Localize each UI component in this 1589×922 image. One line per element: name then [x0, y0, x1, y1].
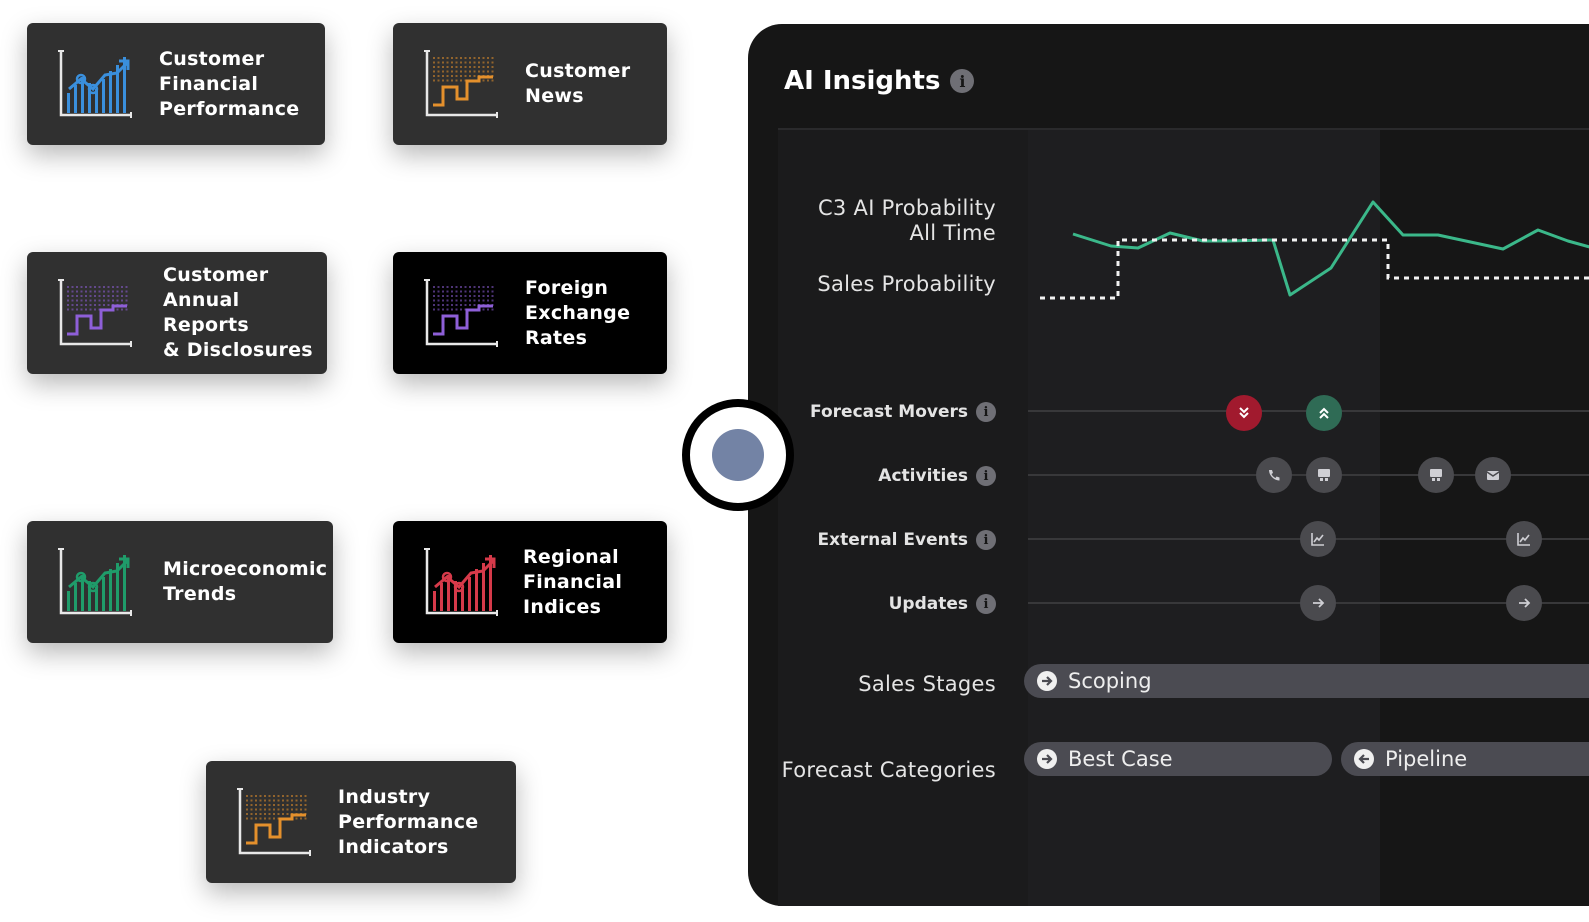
- external-events-text: External Events: [817, 530, 968, 550]
- forecast-category-text: Pipeline: [1385, 747, 1468, 771]
- drag-handle[interactable]: [682, 399, 794, 511]
- sales-probability-label: Sales Probability: [817, 272, 996, 296]
- tile-label: Customer Financial Performance: [159, 47, 300, 120]
- step-chart-icon: [55, 276, 135, 350]
- line-bar-chart-icon: [421, 545, 501, 619]
- tile-label: Industry Performance Indicators: [338, 785, 479, 858]
- forecast-category-pill[interactable]: Pipeline: [1341, 742, 1589, 776]
- arrow-right-icon: [1519, 598, 1531, 608]
- forecast-mover-down[interactable]: [1226, 395, 1262, 431]
- sales-stage-pill[interactable]: Scoping: [1024, 664, 1589, 698]
- forecast-category-pill[interactable]: Best Case: [1024, 742, 1332, 776]
- data-source-tile[interactable]: Customer News: [393, 23, 667, 145]
- tile-label: Customer Annual Reports & Disclosures: [163, 264, 313, 361]
- info-icon[interactable]: i: [950, 69, 975, 93]
- c3-probability-line: [1072, 200, 1589, 297]
- step-chart-icon: [234, 785, 314, 859]
- update-item[interactable]: [1300, 585, 1336, 621]
- forecast-category-text: Best Case: [1068, 747, 1173, 771]
- activity-call[interactable]: [1256, 457, 1292, 493]
- data-source-tile[interactable]: Industry Performance Indicators: [206, 761, 516, 883]
- arrow-circle-left-icon: [1354, 749, 1374, 769]
- external-event[interactable]: [1300, 521, 1336, 557]
- activity-email[interactable]: [1475, 457, 1511, 493]
- activity-meeting[interactable]: [1306, 457, 1342, 493]
- double-chevron-up-icon: [1319, 407, 1329, 419]
- chart-icon: [1517, 533, 1530, 546]
- forecast-categories-label: Forecast Categories: [781, 758, 996, 782]
- activities-label: Activities i: [878, 466, 996, 486]
- phone-icon: [1269, 470, 1280, 481]
- activities-text: Activities: [878, 466, 968, 486]
- updates-text: Updates: [888, 594, 968, 614]
- double-chevron-down-icon: [1239, 407, 1249, 419]
- info-icon[interactable]: i: [976, 402, 996, 422]
- probability-label: C3 AI Probability All Time: [817, 196, 996, 245]
- chart-icon: [1311, 533, 1324, 546]
- sales-stage-text: Scoping: [1068, 669, 1152, 693]
- arrow-circle-right-icon: [1037, 749, 1057, 769]
- info-icon[interactable]: i: [976, 594, 996, 614]
- info-icon[interactable]: i: [976, 466, 996, 486]
- data-source-tile[interactable]: Foreign Exchange Rates: [393, 252, 667, 374]
- title-divider: [778, 128, 1589, 130]
- updates-label: Updates i: [889, 594, 996, 614]
- forecast-movers-text: Forecast Movers: [810, 402, 968, 422]
- update-item[interactable]: [1506, 585, 1542, 621]
- forecast-movers-label: Forecast Movers i: [810, 402, 996, 422]
- tile-label: Foreign Exchange Rates: [525, 276, 631, 349]
- arrow-right-icon: [1313, 598, 1325, 608]
- probability-trend-chart: [1040, 200, 1589, 300]
- sales-stages-label: Sales Stages: [858, 672, 996, 696]
- external-events-label: External Events i: [817, 530, 996, 550]
- panel-title-text: AI Insights: [784, 66, 941, 96]
- info-icon[interactable]: i: [976, 530, 996, 550]
- meeting-icon: [1430, 469, 1442, 481]
- panel-title: AI Insights i: [784, 66, 975, 96]
- line-bar-chart-icon: [55, 545, 135, 619]
- line-bar-chart-icon: [55, 47, 135, 121]
- data-source-tile[interactable]: Regional Financial Indices: [393, 521, 667, 643]
- tile-label: Microeconomic Trends: [163, 558, 328, 605]
- data-source-tile[interactable]: Customer Annual Reports & Disclosures: [27, 252, 327, 374]
- drag-handle-dot: [712, 429, 764, 481]
- step-chart-icon: [421, 47, 501, 121]
- ai-insights-panel: AI Insights i C3 AI Probability All Time…: [748, 24, 1589, 906]
- tile-label: Regional Financial Indices: [523, 545, 623, 618]
- data-source-tile[interactable]: Customer Financial Performance: [27, 23, 325, 145]
- tile-label: Customer News: [525, 60, 631, 107]
- email-icon: [1486, 471, 1500, 480]
- label-column: [778, 130, 1028, 906]
- meeting-icon: [1318, 469, 1330, 481]
- forecast-mover-up[interactable]: [1306, 395, 1342, 431]
- step-chart-icon: [421, 276, 501, 350]
- arrow-circle-right-icon: [1037, 671, 1057, 691]
- activity-meeting[interactable]: [1418, 457, 1454, 493]
- external-event[interactable]: [1506, 521, 1542, 557]
- data-source-tile[interactable]: Microeconomic Trends: [27, 521, 333, 643]
